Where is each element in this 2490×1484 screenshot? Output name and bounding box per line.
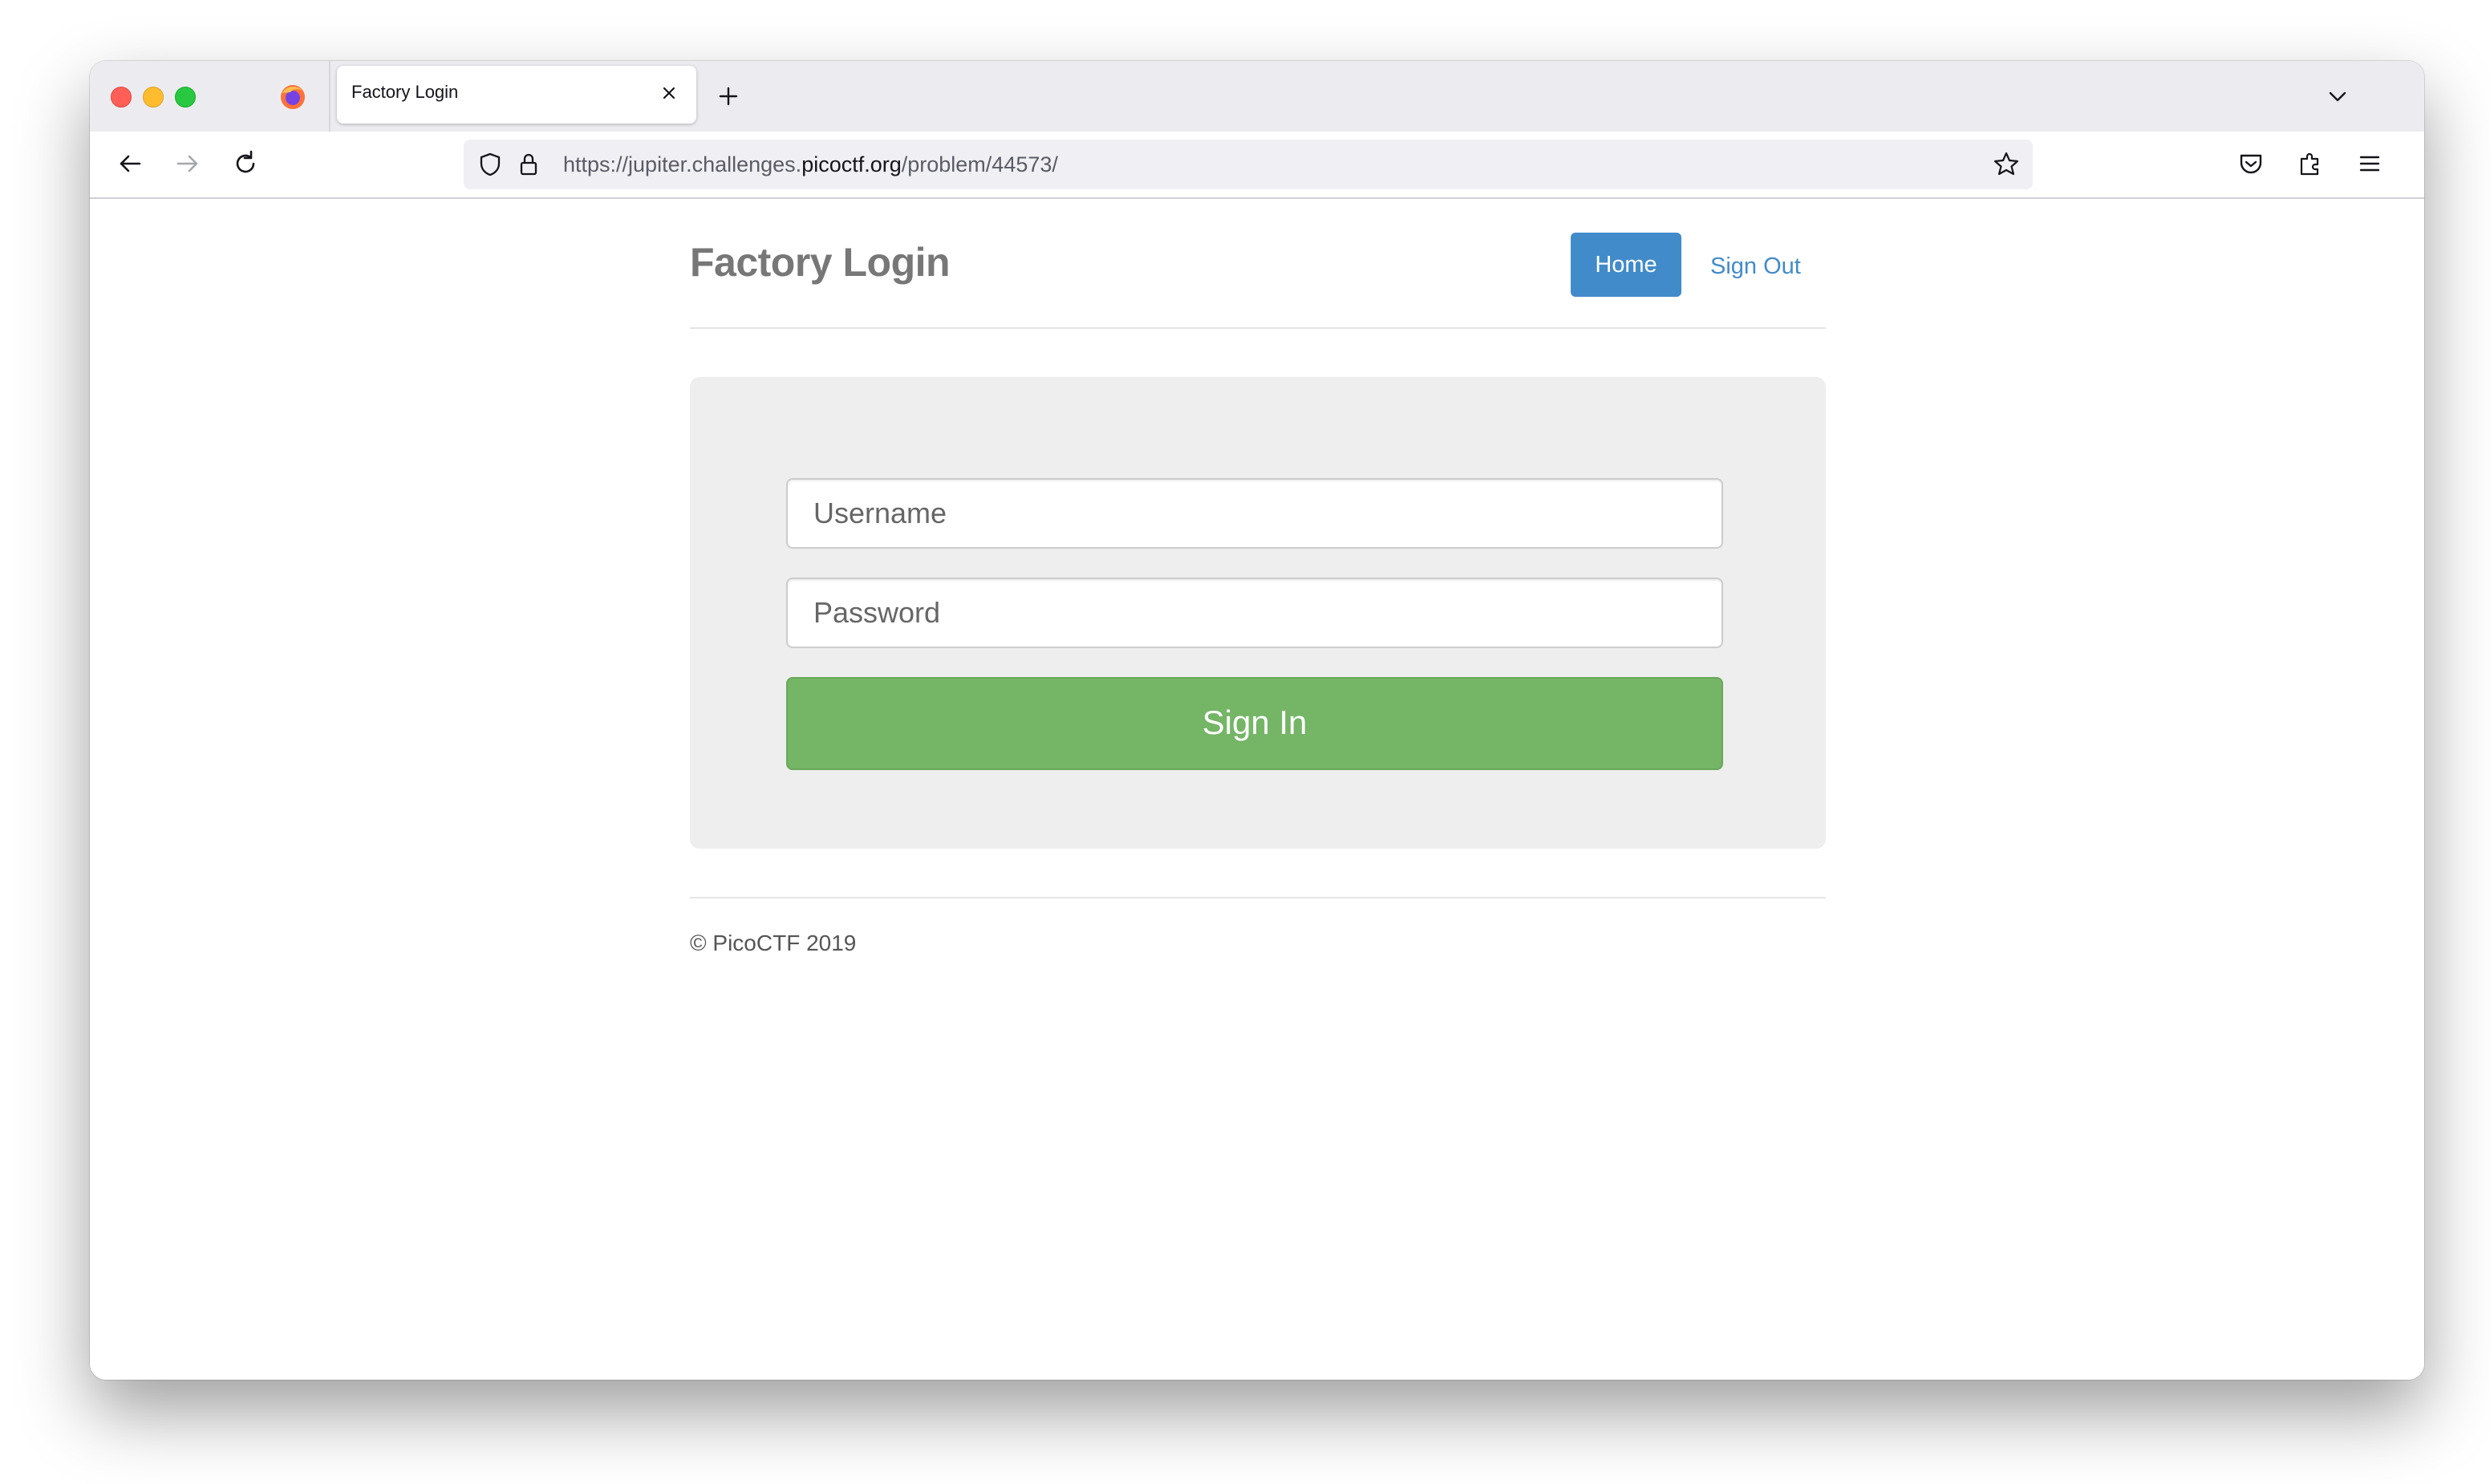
tab-divider (329, 61, 331, 132)
header-divider (690, 327, 1826, 329)
hamburger-menu-icon[interactable] (2354, 148, 2386, 180)
reload-icon[interactable] (229, 148, 262, 180)
page-content: Factory Login Home Sign Out Sign In © Pi… (90, 199, 2424, 1380)
url-text[interactable]: https://jupiter.challenges.picoctf.org/p… (563, 152, 1058, 177)
maximize-window-button[interactable] (175, 87, 196, 107)
chevron-down-icon[interactable] (2323, 82, 2352, 111)
puzzle-icon[interactable] (2294, 148, 2326, 180)
minimize-window-button[interactable] (143, 87, 164, 107)
footer-copyright: © PicoCTF 2019 (690, 931, 857, 955)
back-arrow-icon[interactable] (114, 148, 146, 180)
tab-strip: Factory Login (90, 61, 2424, 132)
login-panel: Sign In (690, 377, 1826, 849)
url-prefix: https://jupiter.challenges. (563, 152, 802, 176)
navigation-toolbar: https://jupiter.challenges.picoctf.org/p… (90, 132, 2424, 199)
site-title: Factory Login (690, 240, 951, 285)
pocket-icon[interactable] (2235, 148, 2267, 180)
tab-factory-login[interactable]: Factory Login (337, 66, 696, 124)
username-input[interactable] (786, 478, 1723, 549)
url-domain: picoctf.org (801, 152, 902, 176)
sign-in-button[interactable]: Sign In (786, 677, 1723, 770)
star-icon[interactable] (1991, 149, 2022, 180)
footer-divider (690, 897, 1826, 898)
new-tab-icon[interactable] (714, 82, 743, 111)
close-tab-icon[interactable] (656, 80, 682, 106)
forward-arrow-icon[interactable] (172, 148, 204, 180)
tab-title: Factory Login (351, 82, 459, 102)
shield-icon[interactable] (477, 151, 504, 178)
firefox-icon[interactable] (279, 83, 306, 111)
home-button[interactable]: Home (1571, 233, 1681, 297)
url-path: /problem/44573/ (901, 152, 1058, 176)
close-window-button[interactable] (111, 87, 132, 107)
lock-icon[interactable] (515, 151, 542, 178)
sign-out-link[interactable]: Sign Out (1710, 233, 1801, 297)
password-input[interactable] (786, 578, 1723, 648)
url-bar[interactable]: https://jupiter.challenges.picoctf.org/p… (464, 140, 2033, 189)
browser-window: Factory Login https://jupiter.challenges… (90, 61, 2424, 1380)
